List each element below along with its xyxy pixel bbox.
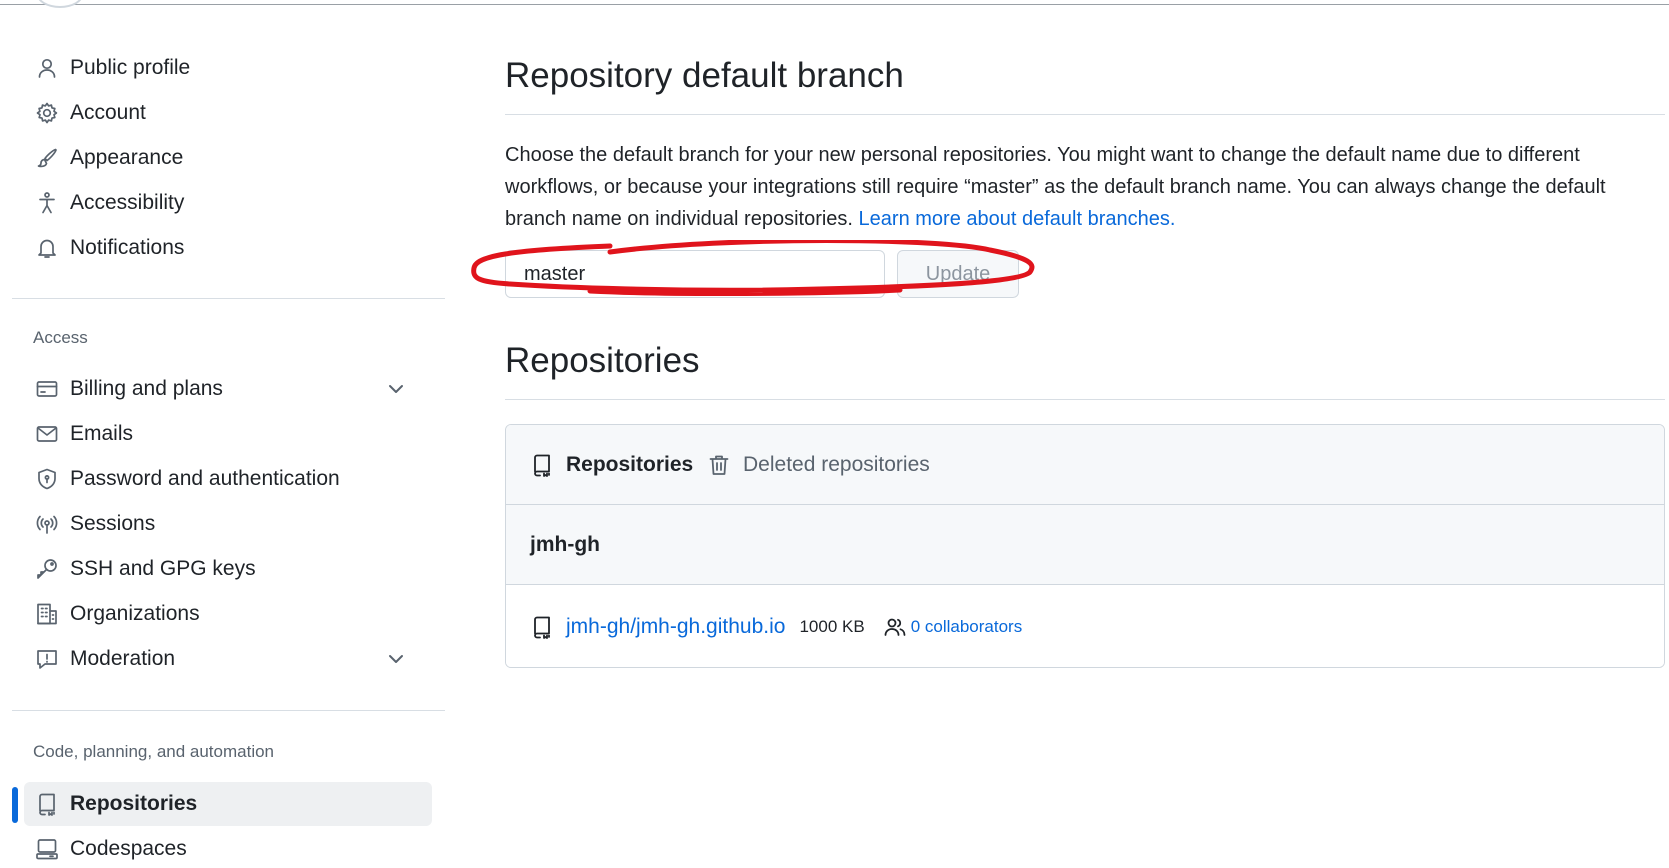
sidebar-item-password-authentication[interactable]: Password and authentication [24, 457, 432, 501]
mail-icon [34, 421, 60, 447]
sidebar-item-public-profile[interactable]: Public profile [24, 46, 432, 90]
tab-label: Deleted repositories [743, 453, 930, 476]
organization-icon [34, 601, 60, 627]
repo-icon [530, 615, 554, 639]
repo-icon [534, 454, 550, 477]
sidebar-item-ssh-gpg-keys[interactable]: SSH and GPG keys [24, 547, 432, 591]
sidebar-heading-code: Code, planning, and automation [33, 742, 275, 761]
gear-icon [34, 100, 60, 126]
learn-more-link[interactable]: Learn more about default branches. [859, 208, 1176, 230]
chevron-down-icon[interactable] [386, 649, 406, 669]
active-indicator [12, 787, 18, 823]
repositories-box: Repositories Deleted repositories jmh-gh… [505, 424, 1665, 668]
update-button[interactable]: Update [897, 250, 1019, 298]
sidebar-item-label: Notifications [70, 236, 185, 259]
main-content: Repository default branch Choose the def… [505, 0, 1665, 868]
repo-link[interactable]: jmh-gh/jmh-gh.github.io [566, 615, 785, 639]
sidebar-item-accessibility[interactable]: Accessibility [24, 181, 432, 225]
collaborators-link[interactable]: 0 collaborators [911, 617, 1023, 637]
sidebar-item-label: Appearance [70, 146, 184, 169]
sidebar-item-account[interactable]: Account [24, 91, 432, 135]
sidebar-item-repositories[interactable]: Repositories [24, 782, 432, 826]
sidebar-item-label: Public profile [70, 56, 191, 79]
sidebar-item-label: SSH and GPG keys [70, 557, 256, 580]
person-icon [34, 55, 60, 81]
default-branch-input[interactable] [505, 250, 885, 298]
sidebar-item-label: Emails [70, 422, 134, 445]
repositories-title: Repositories [505, 341, 700, 380]
sidebar-item-moderation[interactable]: Moderation [24, 637, 432, 681]
repositories-tabs: Repositories Deleted repositories [506, 425, 1664, 505]
sidebar-item-label: Account [70, 101, 146, 124]
sidebar-item-label: Billing and plans [70, 377, 223, 400]
tab-deleted-repositories[interactable]: Deleted repositories [707, 425, 930, 505]
sidebar-divider [12, 710, 445, 711]
shield-lock-icon [34, 466, 60, 492]
bell-icon [34, 235, 60, 261]
default-branch-description: Choose the default branch for your new p… [505, 139, 1665, 235]
sidebar-item-label: Sessions [70, 512, 156, 535]
trash-icon [709, 455, 729, 475]
sidebar-item-appearance[interactable]: Appearance [24, 136, 432, 180]
sidebar-item-label: Password and authentication [70, 467, 340, 490]
key-icon [34, 556, 60, 582]
section-divider [505, 399, 1665, 400]
sidebar-item-sessions[interactable]: Sessions [24, 502, 432, 546]
sidebar-item-organizations[interactable]: Organizations [24, 592, 432, 636]
sidebar-item-notifications[interactable]: Notifications [24, 226, 432, 270]
repo-size: 1000 KB [799, 617, 865, 636]
chevron-down-icon[interactable] [386, 379, 406, 399]
owner-row: jmh-gh [506, 505, 1664, 585]
sidebar-item-billing[interactable]: Billing and plans [24, 367, 432, 411]
report-icon [34, 646, 60, 672]
settings-sidebar: Public profile Account Appearance Access… [0, 0, 445, 868]
sidebar-heading-access: Access [33, 328, 88, 347]
repo-row: jmh-gh/jmh-gh.github.io 1000 KB 0 collab… [506, 585, 1664, 667]
sidebar-item-label: Repositories [70, 792, 198, 815]
tab-label: Repositories [566, 453, 694, 476]
owner-name: jmh-gh [530, 532, 600, 556]
people-icon [883, 615, 907, 639]
sidebar-item-label: Accessibility [70, 191, 185, 214]
broadcast-icon [34, 511, 60, 537]
paintbrush-icon [34, 145, 60, 171]
sidebar-item-label: Organizations [70, 602, 200, 625]
sidebar-item-codespaces[interactable]: Codespaces [24, 827, 432, 868]
section-divider [505, 114, 1665, 115]
repo-icon [34, 791, 60, 817]
default-branch-title: Repository default branch [505, 56, 904, 95]
accessibility-icon [34, 190, 60, 216]
sidebar-item-label: Codespaces [70, 837, 187, 860]
codespaces-icon [34, 836, 60, 862]
sidebar-divider [12, 298, 445, 299]
sidebar-item-emails[interactable]: Emails [24, 412, 432, 456]
sidebar-item-label: Moderation [70, 647, 176, 670]
credit-card-icon [34, 376, 60, 402]
tab-repositories[interactable]: Repositories [530, 425, 693, 505]
